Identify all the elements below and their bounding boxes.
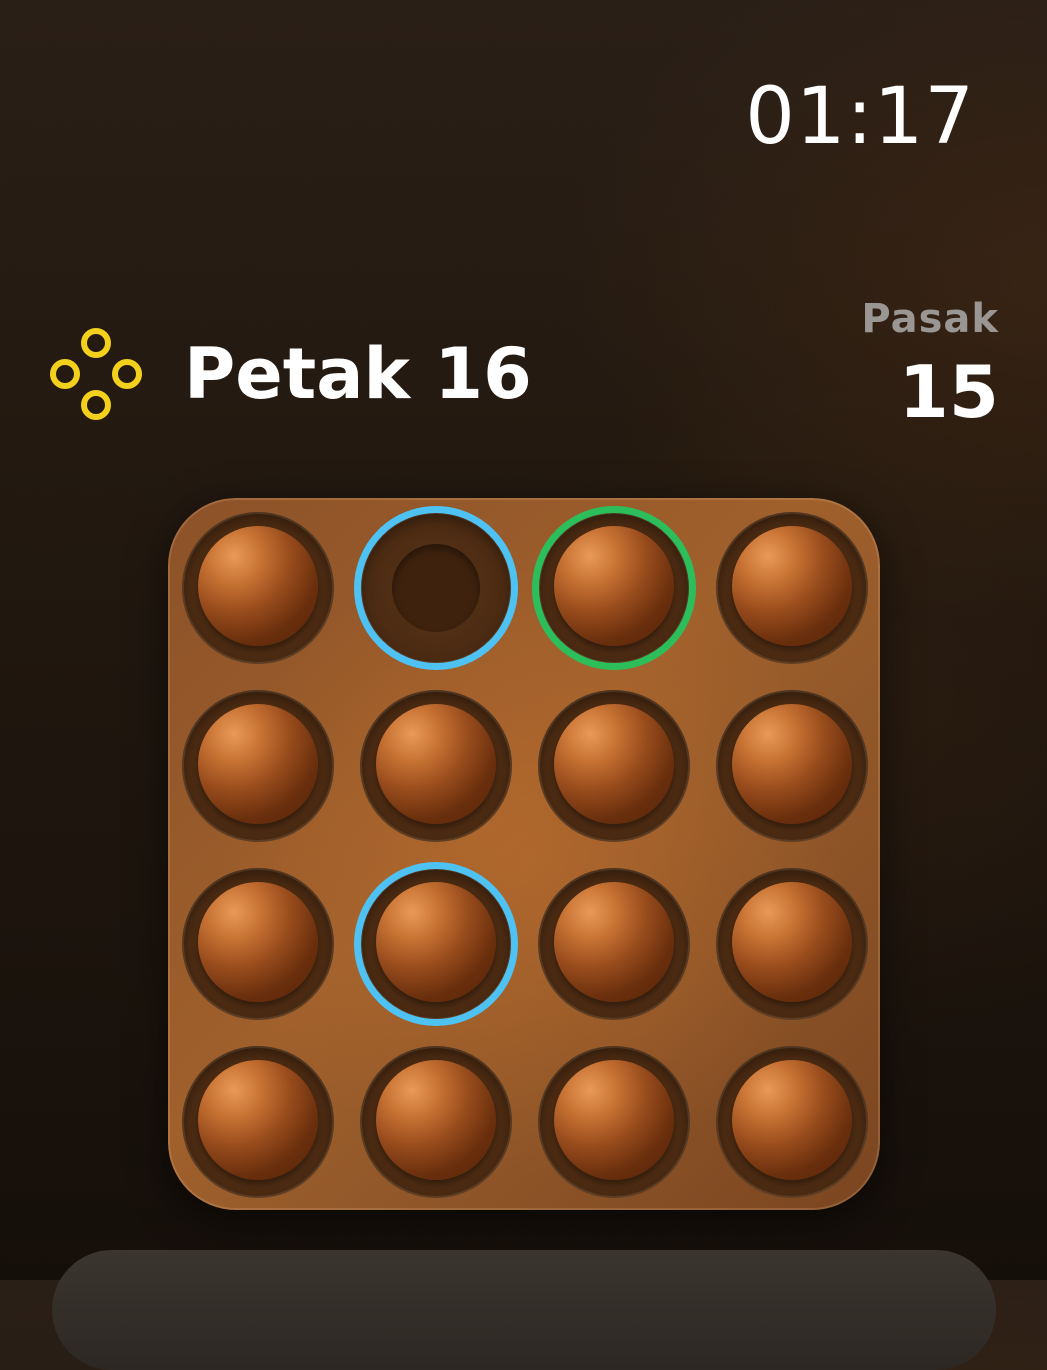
board-cell-r3-c1[interactable]	[182, 868, 334, 1020]
board-cell-r4-c4[interactable]	[716, 1046, 868, 1198]
peg[interactable]	[732, 704, 852, 824]
peg[interactable]	[198, 882, 318, 1002]
board-cell-r3-c3[interactable]	[538, 868, 690, 1020]
peg[interactable]	[198, 526, 318, 646]
peg-counter-value: 15	[898, 350, 999, 434]
peg[interactable]	[376, 704, 496, 824]
board-cell-r1-c2[interactable]	[354, 506, 518, 670]
game-board	[168, 498, 880, 1210]
peg[interactable]	[554, 1060, 674, 1180]
peg-counter: Pasak 15	[861, 296, 999, 428]
peg[interactable]	[732, 526, 852, 646]
peg[interactable]	[198, 704, 318, 824]
clock-time: 01:17	[745, 72, 975, 162]
peg[interactable]	[554, 882, 674, 1002]
board-cell-r4-c1[interactable]	[182, 1046, 334, 1198]
board-cell-r4-c2[interactable]	[360, 1046, 512, 1198]
board-cell-r2-c4[interactable]	[716, 690, 868, 842]
peg[interactable]	[376, 882, 496, 1002]
board-cell-r1-c4[interactable]	[716, 512, 868, 664]
peg-counter-label: Pasak	[861, 296, 999, 342]
board-cell-r1-c1[interactable]	[182, 512, 334, 664]
peg[interactable]	[198, 1060, 318, 1180]
peg[interactable]	[732, 1060, 852, 1180]
board-cell-r3-c4[interactable]	[716, 868, 868, 1020]
board-cell-r2-c2[interactable]	[360, 690, 512, 842]
board-cell-r2-c3[interactable]	[538, 690, 690, 842]
peg[interactable]	[554, 526, 674, 646]
board-cell-r3-c2[interactable]	[354, 862, 518, 1026]
board-cell-r2-c1[interactable]	[182, 690, 334, 842]
game-header: Petak 16	[50, 328, 532, 420]
board-cell-r4-c3[interactable]	[538, 1046, 690, 1198]
board-cell-r1-c3[interactable]	[532, 506, 696, 670]
peg[interactable]	[376, 1060, 496, 1180]
peg[interactable]	[732, 882, 852, 1002]
peg[interactable]	[554, 704, 674, 824]
bottom-panel[interactable]	[52, 1250, 996, 1370]
page-title: Petak 16	[184, 333, 532, 415]
four-rings-icon	[50, 328, 142, 420]
empty-hole[interactable]	[392, 544, 480, 632]
